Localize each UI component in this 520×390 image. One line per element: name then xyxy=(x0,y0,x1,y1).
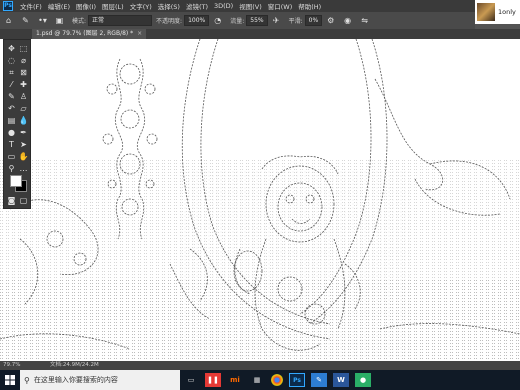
options-bar: ⌂ ✎ •▾ ▣ 模式: 正常 不透明度: 100% ◔ 流量: 55% ✈ 平… xyxy=(0,12,475,30)
smoothing-settings-gear-icon[interactable]: ⚙ xyxy=(325,15,336,26)
document-canvas[interactable] xyxy=(0,39,520,361)
overlay-app-corner[interactable]: 1only xyxy=(475,0,520,24)
document-size[interactable]: 文档:24.9M/24.2M xyxy=(50,361,99,370)
clone-stamp-tool-icon[interactable]: ♙ xyxy=(18,92,29,102)
history-brush-tool-icon[interactable]: ↶ xyxy=(6,104,17,114)
screen-mode-icon[interactable]: ▢ xyxy=(18,196,29,206)
photoshop-taskbar-icon[interactable]: Ps xyxy=(289,373,305,387)
lasso-tool-icon[interactable]: ◌ xyxy=(6,56,17,66)
menu-bar: Ps 文件(F) 编辑(E) 图像(I) 图层(L) 文字(Y) 选择(S) 滤… xyxy=(0,0,520,12)
windows-taskbar: ⚲ 在这里输入你要搜索的内容 ▭ ❚❚ mi ▦ Ps ✎ W ● xyxy=(0,370,520,390)
windows-logo-icon xyxy=(5,375,15,385)
opacity-label: 不透明度: xyxy=(156,18,183,25)
hand-tool-icon[interactable]: ✋ xyxy=(18,152,29,162)
menu-filter[interactable]: 滤镜(T) xyxy=(183,1,211,11)
document-tab-bar: 1.psd @ 79.7% (图层 2, RGB/8) * × xyxy=(0,29,520,39)
menu-view[interactable]: 视图(V) xyxy=(236,1,265,11)
eraser-tool-icon[interactable]: ▱ xyxy=(18,104,29,114)
mode-select[interactable]: 正常 xyxy=(88,15,153,26)
gradient-tool-icon[interactable]: ▤ xyxy=(6,116,17,126)
crop-tool-icon[interactable]: ⌗ xyxy=(6,68,17,78)
airbrush-icon[interactable]: ✈ xyxy=(271,15,282,26)
more-tools-icon[interactable]: … xyxy=(18,164,29,174)
mi-app-icon[interactable]: mi xyxy=(227,373,243,387)
search-icon: ⚲ xyxy=(24,375,30,385)
menu-edit[interactable]: 编辑(E) xyxy=(45,1,73,11)
flow-label: 流量: xyxy=(230,18,245,25)
brush-tool-icon[interactable]: ✎ xyxy=(6,92,17,102)
task-view-icon[interactable]: ▭ xyxy=(183,373,199,387)
smoothing-field[interactable]: 0% xyxy=(304,15,323,26)
start-button[interactable] xyxy=(0,370,20,390)
dodge-tool-icon[interactable]: ● xyxy=(6,128,17,138)
quick-select-tool-icon[interactable]: ⌀ xyxy=(18,56,29,66)
word-icon[interactable]: W xyxy=(333,373,349,387)
menu-select[interactable]: 选择(S) xyxy=(155,1,183,11)
menu-image[interactable]: 图像(I) xyxy=(73,1,99,11)
zoom-level[interactable]: 79.7% xyxy=(3,361,20,370)
pressure-size-icon[interactable]: ◉ xyxy=(342,15,353,26)
quick-mask-icon[interactable]: ◙ xyxy=(6,196,17,206)
blur-tool-icon[interactable]: 💧 xyxy=(18,116,29,126)
zoom-tool-icon[interactable]: ⚲ xyxy=(6,164,17,174)
chrome-icon[interactable] xyxy=(271,374,283,386)
pinned-app-icon[interactable]: ✎ xyxy=(311,373,327,387)
brush-preset-icon[interactable]: •▾ xyxy=(37,15,48,26)
symmetry-icon[interactable]: ⇋ xyxy=(359,15,370,26)
path-select-tool-icon[interactable]: ➤ xyxy=(18,140,29,150)
app-thumbnail xyxy=(477,3,495,21)
search-placeholder: 在这里输入你要搜索的内容 xyxy=(33,376,118,384)
smoothing-label: 平滑: xyxy=(288,18,303,25)
shape-tool-icon[interactable]: ▭ xyxy=(6,152,17,162)
document-tab-title: 1.psd @ 79.7% (图层 2, RGB/8) * xyxy=(36,30,134,37)
photoshop-logo-icon[interactable]: Ps xyxy=(3,1,13,11)
opacity-field[interactable]: 100% xyxy=(184,15,210,26)
app-corner-label: 1only xyxy=(498,8,516,16)
menu-file[interactable]: 文件(F) xyxy=(17,1,45,11)
foreground-color-swatch[interactable] xyxy=(10,175,22,187)
healing-brush-tool-icon[interactable]: ✚ xyxy=(18,80,29,90)
menu-type[interactable]: 文字(Y) xyxy=(127,1,155,11)
menu-help[interactable]: 帮助(H) xyxy=(295,1,324,11)
taskbar-search-box[interactable]: ⚲ 在这里输入你要搜索的内容 xyxy=(20,370,180,390)
flow-field[interactable]: 55% xyxy=(246,15,268,26)
pen-tool-icon[interactable]: ✒ xyxy=(18,128,29,138)
menu-layer[interactable]: 图层(L) xyxy=(99,1,127,11)
mode-label: 模式: xyxy=(72,18,87,25)
brush-tool-icon[interactable]: ✎ xyxy=(20,15,31,26)
move-tool-icon[interactable]: ✥ xyxy=(6,44,17,54)
line-art-artwork xyxy=(0,39,520,361)
pressure-opacity-icon[interactable]: ◔ xyxy=(212,15,223,26)
home-icon[interactable]: ⌂ xyxy=(3,15,14,26)
type-tool-icon[interactable]: T xyxy=(6,140,17,150)
tools-panel: ✥ ⬚ ◌ ⌀ ⌗ ⊠ ⁄ ✚ ✎ ♙ ↶ ▱ ▤ 💧 ● ✒ T ➤ ▭ ✋ … xyxy=(3,39,31,209)
marquee-tool-icon[interactable]: ⬚ xyxy=(18,44,29,54)
tab-close-icon[interactable]: × xyxy=(137,30,142,37)
frame-tool-icon[interactable]: ⊠ xyxy=(18,68,29,78)
document-tab[interactable]: 1.psd @ 79.7% (图层 2, RGB/8) * × xyxy=(32,29,147,39)
brush-settings-icon[interactable]: ▣ xyxy=(54,15,65,26)
status-bar: 79.7% 文档:24.9M/24.2M xyxy=(0,361,520,370)
wechat-icon[interactable]: ● xyxy=(355,373,371,387)
app-icon-red[interactable]: ❚❚ xyxy=(205,373,221,387)
calendar-app-icon[interactable]: ▦ xyxy=(249,373,265,387)
eyedropper-tool-icon[interactable]: ⁄ xyxy=(6,80,17,90)
menu-3d[interactable]: 3D(D) xyxy=(211,2,236,10)
menu-window[interactable]: 窗口(W) xyxy=(265,1,296,11)
